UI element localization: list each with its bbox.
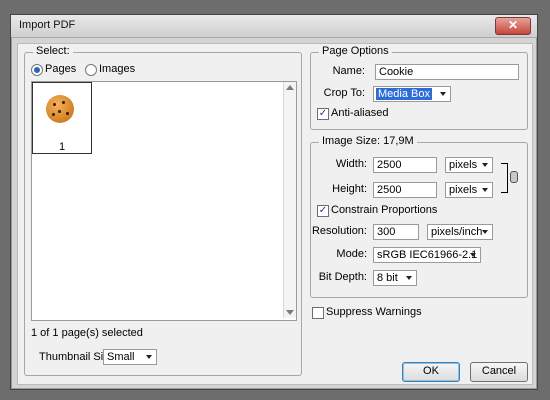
height-field[interactable]: 2500	[373, 182, 437, 198]
close-button[interactable]: ✕	[495, 17, 531, 35]
height-label: Height:	[332, 183, 367, 195]
window-title: Import PDF	[19, 19, 76, 31]
name-label: Name:	[332, 65, 365, 77]
scroll-up-icon[interactable]	[286, 85, 294, 90]
crop-to-value: Media Box	[376, 88, 432, 100]
title-bar[interactable]: Import PDF ✕	[11, 15, 537, 38]
image-size-legend: Image Size: 17,9M	[319, 135, 417, 147]
suppress-warnings-checkbox[interactable]	[312, 307, 324, 319]
select-group: Select: Pages Images 1 1 of 1 page(s) se…	[24, 45, 302, 376]
name-field[interactable]: Cookie	[375, 64, 519, 80]
page-options-group: Page Options Name: Cookie Crop To: Media…	[310, 45, 528, 130]
scroll-down-icon[interactable]	[286, 310, 294, 315]
chevron-down-icon	[482, 188, 488, 192]
thumbnail-size-value: Small	[107, 351, 135, 363]
height-unit-select[interactable]: pixels	[445, 182, 493, 198]
pages-radio-label[interactable]: Pages	[45, 63, 76, 75]
crop-to-label: Crop To:	[323, 87, 365, 99]
ok-button[interactable]: OK	[402, 362, 460, 382]
images-radio-label[interactable]: Images	[99, 63, 135, 75]
height-unit-value: pixels	[449, 184, 478, 196]
chevron-down-icon	[482, 163, 488, 167]
chevron-down-icon	[440, 92, 446, 96]
dialog-content: Select: Pages Images 1 1 of 1 page(s) se…	[17, 43, 533, 385]
mode-label: Mode:	[336, 248, 367, 260]
bit-depth-select[interactable]: 8 bit	[373, 270, 417, 286]
thumbnail-page-number: 1	[58, 141, 66, 153]
mode-value: sRGB IEC61966-2.1	[377, 249, 478, 261]
thumbnail-scrollbar[interactable]	[283, 82, 296, 318]
bit-depth-label: Bit Depth:	[318, 271, 367, 283]
thumbnail-list[interactable]: 1	[31, 81, 297, 321]
page-thumbnail[interactable]: 1	[32, 82, 92, 154]
resolution-field[interactable]: 300	[373, 224, 419, 240]
chevron-down-icon	[406, 276, 412, 280]
mode-select[interactable]: sRGB IEC61966-2.1	[373, 247, 481, 263]
anti-aliased-checkbox[interactable]: ✓	[317, 108, 329, 120]
chevron-down-icon	[482, 230, 488, 234]
resolution-unit-select[interactable]: pixels/inch	[427, 224, 493, 240]
constrain-proportions-label[interactable]: Constrain Proportions	[331, 204, 437, 216]
chevron-down-icon	[470, 253, 476, 257]
crop-to-select[interactable]: Media Box	[373, 86, 451, 102]
cancel-button[interactable]: Cancel	[470, 362, 528, 382]
page-options-legend: Page Options	[319, 45, 392, 57]
width-label: Width:	[335, 158, 367, 170]
width-unit-select[interactable]: pixels	[445, 157, 493, 173]
resolution-unit-value: pixels/inch	[431, 226, 483, 238]
resolution-label: Resolution:	[311, 225, 367, 237]
images-radio[interactable]	[85, 64, 97, 76]
thumbnail-size-select[interactable]: Small	[103, 349, 157, 365]
image-size-group: Image Size: 17,9M Width: 2500 pixels Hei…	[310, 135, 528, 298]
anti-aliased-label[interactable]: Anti-aliased	[331, 107, 388, 119]
bit-depth-value: 8 bit	[377, 272, 398, 284]
width-unit-value: pixels	[449, 159, 478, 171]
suppress-warnings-label[interactable]: Suppress Warnings	[326, 306, 422, 318]
chain-link-icon[interactable]	[510, 171, 518, 183]
selection-status: 1 of 1 page(s) selected	[31, 327, 143, 339]
pages-radio[interactable]	[31, 64, 43, 76]
constrain-proportions-checkbox[interactable]: ✓	[317, 205, 329, 217]
import-pdf-dialog: Import PDF ✕ Select: Pages Images 1 1 of…	[10, 14, 538, 390]
link-bracket	[501, 163, 508, 193]
chevron-down-icon	[146, 355, 152, 359]
cookie-icon	[46, 95, 74, 123]
width-field[interactable]: 2500	[373, 157, 437, 173]
select-legend: Select:	[33, 45, 73, 57]
